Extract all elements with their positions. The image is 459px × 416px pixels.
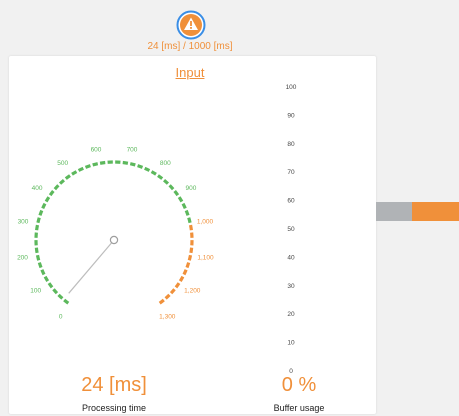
flow-bar-gray (376, 202, 412, 221)
buffer-usage-value: 0 % (281, 374, 317, 396)
buffer-scale-tick: 50 (287, 226, 295, 233)
buffer-usage-label: Buffer usage (273, 403, 325, 413)
processing-time-label: Processing time (81, 403, 147, 413)
buffer-scale-tick: 60 (287, 198, 295, 205)
flow-bar-orange (412, 202, 459, 221)
buffer-scale-tick: 40 (287, 254, 295, 261)
warning-header: 24 [ms] / 1000 [ms] (0, 0, 380, 56)
buffer-scale-tick: 10 (287, 340, 295, 347)
warning-icon[interactable] (176, 10, 206, 40)
processing-time-value: 24 [ms] (81, 374, 147, 396)
buffer-scale-tick: 80 (287, 141, 295, 148)
buffer-scale-tick: 30 (287, 283, 295, 290)
buffer-usage-scale: 1009080706050403020100 (286, 84, 297, 375)
buffer-scale-tick: 100 (286, 84, 297, 91)
input-card: Input 0 100 200 300 400 500 600 700 800 900 1,000 1… (9, 56, 376, 414)
buffer-scale-tick: 70 (287, 169, 295, 176)
warning-text: 24 [ms] / 1000 [ms] (147, 41, 233, 52)
buffer-scale-tick: 20 (287, 311, 295, 318)
buffer-scale-tick: 90 (287, 112, 295, 119)
